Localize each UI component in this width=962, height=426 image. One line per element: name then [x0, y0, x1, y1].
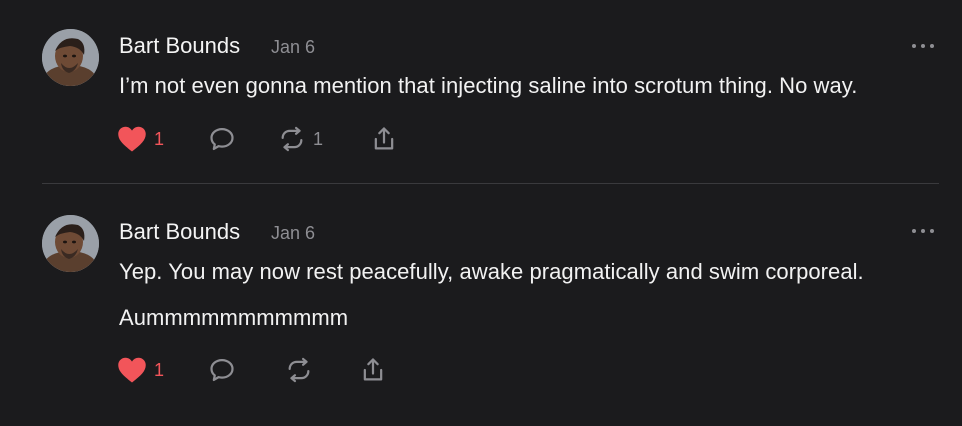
heart-icon	[118, 126, 146, 152]
restack-icon	[288, 357, 310, 383]
share-icon	[363, 358, 383, 381]
heart-icon	[118, 357, 146, 383]
note-post[interactable]: Bart Bounds Jan 6 I’m not even gonna men…	[0, 0, 962, 183]
like-button[interactable]: 1	[117, 355, 164, 385]
more-icon[interactable]	[911, 36, 935, 56]
like-count: 1	[154, 128, 165, 149]
restack-icon	[281, 126, 303, 152]
restack-button[interactable]: 1	[278, 124, 323, 154]
post-date[interactable]: Jan 6	[271, 223, 315, 244]
share-button[interactable]	[359, 355, 387, 385]
comment-icon	[210, 127, 234, 151]
comment-icon	[210, 358, 234, 382]
comment-button[interactable]	[208, 355, 236, 385]
share-button[interactable]	[370, 124, 398, 154]
note-post[interactable]: Bart Bounds Jan 6 Yep. You may now rest …	[0, 184, 962, 426]
post-text: I’m not even gonna mention that injectin…	[119, 73, 858, 98]
avatar[interactable]	[42, 29, 99, 86]
like-button[interactable]: 1	[117, 124, 164, 154]
avatar[interactable]	[42, 215, 99, 272]
post-actions: 1	[117, 355, 407, 385]
notes-feed: Bart Bounds Jan 6 I’m not even gonna men…	[0, 0, 962, 426]
post-text: Aummmmmmmmmmm	[119, 305, 349, 330]
restack-count: 1	[313, 128, 324, 149]
share-icon	[374, 127, 394, 150]
restack-button[interactable]	[285, 355, 313, 385]
author-name[interactable]: Bart Bounds	[119, 219, 240, 245]
more-icon[interactable]	[911, 221, 935, 241]
post-date[interactable]: Jan 6	[271, 37, 315, 58]
post-actions: 1 1	[117, 124, 407, 154]
post-text: Yep. You may now rest peacefully, awake …	[119, 259, 864, 284]
like-count: 1	[154, 359, 165, 380]
author-name[interactable]: Bart Bounds	[119, 33, 240, 59]
avatar-image	[42, 29, 99, 86]
comment-button[interactable]	[208, 124, 236, 154]
avatar-image	[42, 215, 99, 272]
